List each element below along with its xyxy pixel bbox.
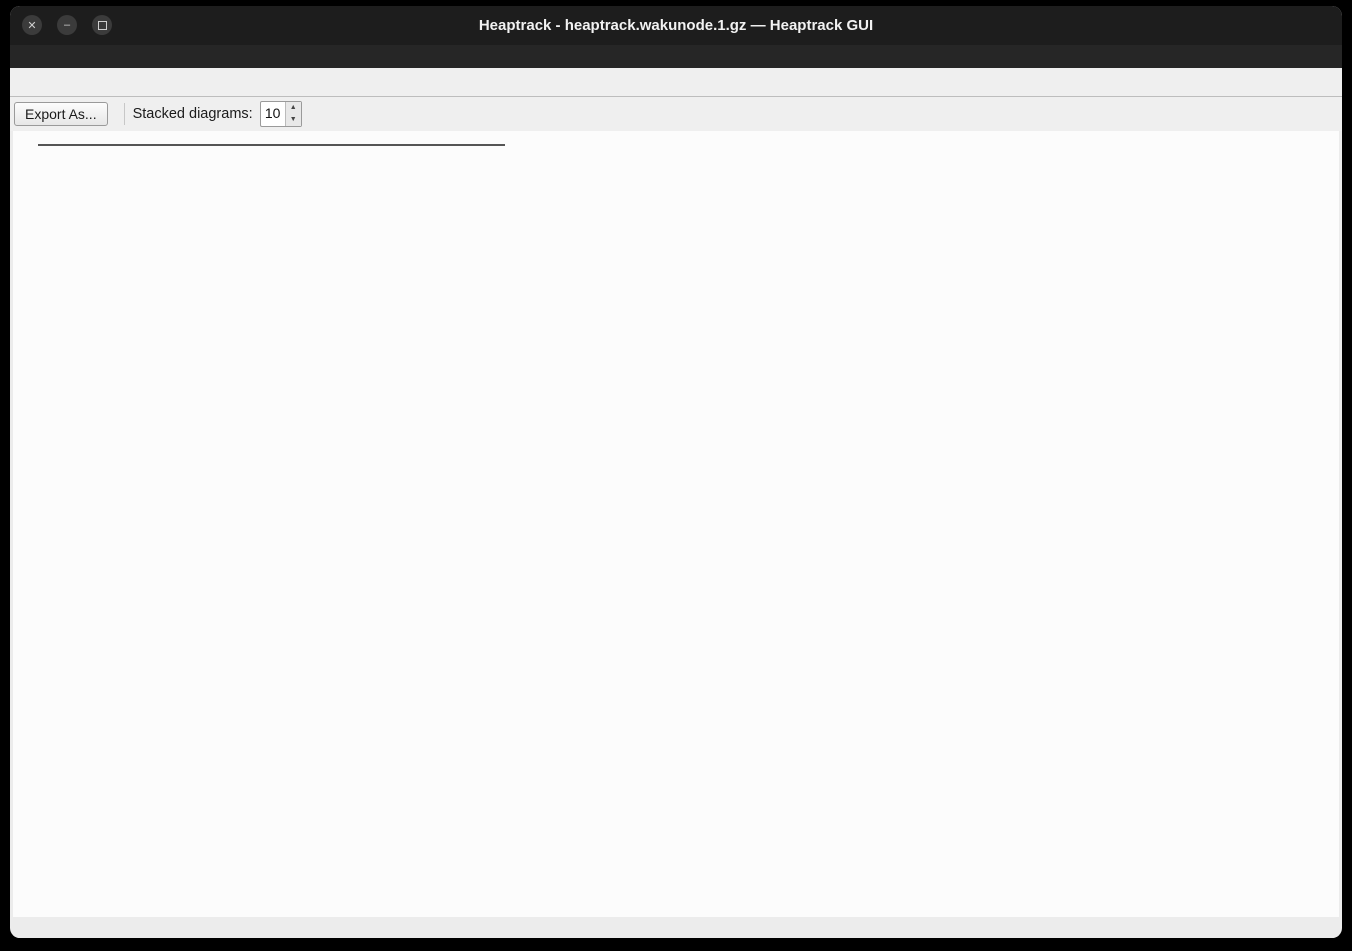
- titlebar: ✕ – Heaptrack - heaptrack.wakunode.1.gz …: [10, 6, 1342, 45]
- export-as-button[interactable]: Export As...: [14, 102, 108, 126]
- app-window: ✕ – Heaptrack - heaptrack.wakunode.1.gz …: [10, 6, 1342, 938]
- window-bottom-margin: [13, 917, 1339, 938]
- toolbar-separator: [124, 103, 125, 125]
- menubar: [10, 45, 1342, 68]
- stacked-diagrams-value[interactable]: 10: [261, 102, 285, 126]
- stacked-diagrams-spinbox[interactable]: 10 ▲ ▼: [260, 101, 302, 127]
- memory-consumption-chart[interactable]: [13, 131, 1339, 917]
- chart-legend: [38, 144, 505, 146]
- tab-bar: [10, 68, 1342, 97]
- stacked-diagrams-label: Stacked diagrams:: [133, 106, 253, 122]
- window-title: Heaptrack - heaptrack.wakunode.1.gz — He…: [10, 6, 1342, 45]
- chart-area: [13, 131, 1339, 917]
- spinbox-up-button[interactable]: ▲: [286, 102, 301, 114]
- toolbar: Export As... Stacked diagrams: 10 ▲ ▼: [10, 97, 1342, 131]
- spinbox-down-button[interactable]: ▼: [286, 114, 301, 126]
